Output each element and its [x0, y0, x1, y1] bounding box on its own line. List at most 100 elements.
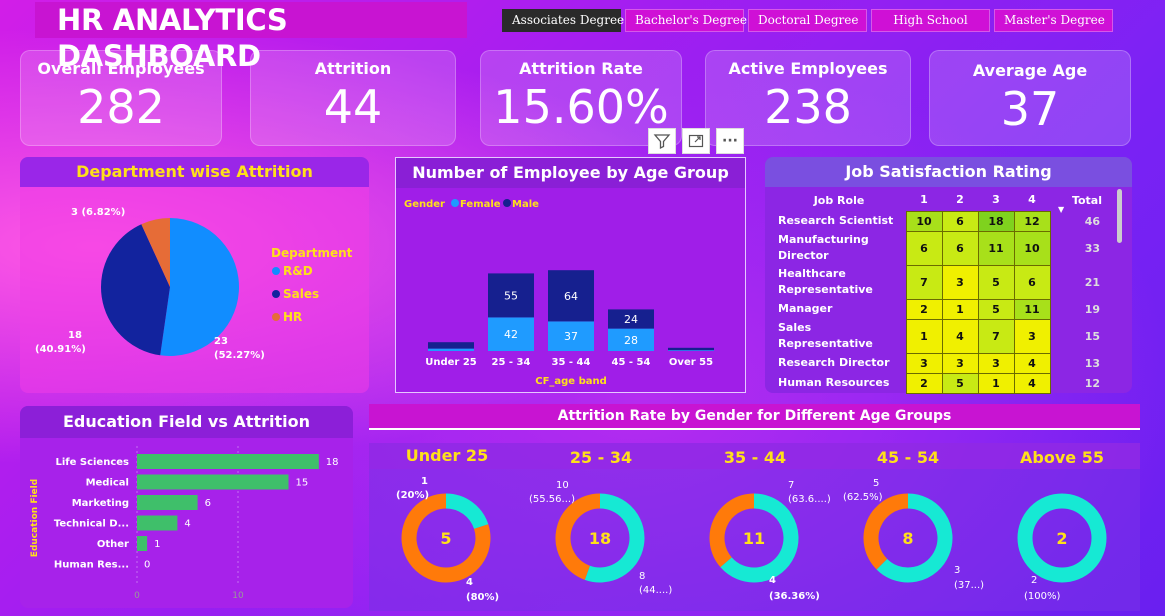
rating-cell: 10: [1013, 230, 1051, 266]
donut-label: (36.36%): [769, 591, 820, 602]
header-rating-2[interactable]: 2: [942, 189, 978, 211]
category-label: Other: [97, 539, 129, 550]
table-row[interactable]: Research Director 3 3 3 4 13: [772, 352, 1102, 374]
kpi-value: 238: [764, 80, 852, 134]
age-group-panel: Number of Employee by Age Group Gender F…: [395, 157, 746, 393]
category-label: Medical: [86, 478, 129, 489]
slicer-bachelors-degree[interactable]: Bachelor's Degree: [625, 9, 747, 32]
category-label: Marketing: [72, 498, 129, 509]
bar-label-female: 37: [564, 330, 578, 343]
education-bar[interactable]: [137, 515, 178, 531]
donut-label: (44....): [639, 585, 672, 596]
job-satisfaction-title: Job Satisfaction Rating: [765, 157, 1132, 187]
gender-donut-charts: 5 18 11 8 2 1 (20%) 4 (80%) 10 (55.56...) 8 …: [396, 476, 1107, 603]
x-tick-label: Over 55: [669, 357, 713, 368]
donut-label: 7: [788, 480, 794, 491]
donut-label: 4: [466, 577, 473, 588]
slicer-high-school[interactable]: High School: [871, 9, 990, 32]
job-role-cell: Manager: [778, 302, 833, 315]
rating-cell: 2: [905, 298, 943, 320]
kpi-overall-employees: Overall Employees 282: [20, 50, 222, 146]
header-rating-3[interactable]: 3: [978, 189, 1014, 211]
dashboard-title: HR ANALYTICS DASHBOARD: [35, 2, 467, 73]
legend-sales-swatch: [272, 290, 280, 298]
kpi-value: 15.60%: [493, 80, 669, 134]
bar-value-label: 1: [154, 539, 160, 550]
table-row[interactable]: Human Resources 2 5 1 4 12: [772, 372, 1102, 394]
table-scrollbar[interactable]: [1117, 189, 1122, 243]
slicer-masters-degree[interactable]: Master's Degree: [994, 9, 1113, 32]
donut-center-value: 5: [440, 529, 451, 548]
bar-male[interactable]: [668, 347, 714, 351]
job-role-cell: Human Resources: [778, 376, 890, 389]
table-row[interactable]: Research Scientist 10 6 18 12 46: [772, 210, 1102, 232]
rating-cell: 7: [905, 264, 943, 300]
header-rating-4[interactable]: 4: [1014, 189, 1050, 211]
education-attrition-panel: Education Field vs Attrition Education F…: [20, 406, 353, 608]
job-role-cell: Research Director: [778, 356, 890, 369]
education-attrition-title: Education Field vs Attrition: [20, 406, 353, 438]
focus-mode-icon[interactable]: [682, 128, 710, 154]
legend-male-swatch: [503, 199, 511, 207]
education-bar[interactable]: [137, 495, 198, 510]
filter-icon[interactable]: [648, 128, 676, 154]
kpi-label: Attrition: [314, 59, 392, 78]
slicer-doctoral-degree[interactable]: Doctoral Degree: [748, 9, 867, 32]
education-bar[interactable]: [137, 536, 148, 551]
bar-label-male: 55: [504, 289, 518, 302]
bar-female[interactable]: [668, 350, 714, 351]
legend-rd-swatch: [272, 267, 280, 275]
rating-cell: 6: [905, 230, 943, 266]
table-row[interactable]: Manager 2 1 5 11 19: [772, 298, 1102, 320]
more-options-button[interactable]: ···: [716, 128, 744, 154]
x-tick-label: 25 - 34: [492, 357, 531, 368]
donut-label: 8: [639, 571, 645, 582]
header-job-role[interactable]: Job Role: [772, 189, 906, 211]
slicer-associates-degree[interactable]: Associates Degree: [502, 9, 624, 32]
total-cell: 19: [1084, 302, 1100, 316]
age-group-title: Number of Employee by Age Group: [396, 158, 745, 188]
bar-male[interactable]: [428, 342, 474, 349]
x-tick-label: Under 25: [425, 357, 477, 368]
rating-cell: 3: [1013, 318, 1051, 354]
age-legend-title: Gender: [404, 199, 445, 210]
kpi-value: 44: [323, 80, 383, 134]
rating-cell: 1: [905, 318, 943, 354]
legend-rd: R&D: [283, 264, 313, 278]
rating-cell: 10: [905, 210, 943, 232]
legend-female-swatch: [451, 199, 459, 207]
bar-label-female: 42: [504, 328, 518, 341]
rating-cell: 3: [977, 352, 1015, 374]
table-row[interactable]: Sales Representative 1 4 7 3 15: [772, 318, 1102, 354]
kpi-label: Attrition Rate: [519, 59, 643, 78]
education-y-axis-title: Education Field: [30, 479, 40, 557]
donut-segment[interactable]: [445, 493, 489, 530]
total-cell: 13: [1084, 356, 1100, 370]
rating-cell: 5: [977, 264, 1015, 300]
bar-value-label: 18: [326, 457, 339, 468]
donut-center-value: 2: [1056, 529, 1067, 548]
total-cell: 12: [1084, 376, 1100, 390]
header-total[interactable]: Total ▼: [1050, 189, 1102, 215]
donut-label: (55.56...): [529, 494, 575, 505]
kpi-value: 37: [1000, 82, 1060, 136]
donut-label: (37...): [954, 580, 984, 591]
education-bar[interactable]: [137, 454, 319, 469]
x-tick-label: 35 - 44: [552, 357, 591, 368]
rating-cell: 4: [1013, 372, 1051, 394]
table-row[interactable]: Healthcare Representative 7 3 5 6 21: [772, 264, 1102, 300]
pie-label-sales-count: 18: [68, 330, 82, 341]
bar-female[interactable]: [428, 348, 474, 351]
table-row[interactable]: Manufacturing Director 6 6 11 10 33: [772, 230, 1102, 266]
total-cell: 21: [1084, 275, 1100, 289]
age-x-axis-title: CF_age band: [535, 376, 607, 387]
education-slicer: Associates Degree Bachelor's Degree Doct…: [502, 9, 1113, 33]
rating-cell: 4: [941, 318, 979, 354]
legend-hr: HR: [283, 310, 302, 324]
legend-hr-swatch: [272, 313, 280, 321]
education-bar[interactable]: [137, 474, 289, 490]
pie-label-rd-count: 23: [214, 336, 228, 347]
job-role-cell: Sales Representative: [778, 321, 873, 350]
header-rating-1[interactable]: 1: [906, 189, 942, 211]
pie-label-rd-pct: (52.27%): [214, 350, 265, 361]
